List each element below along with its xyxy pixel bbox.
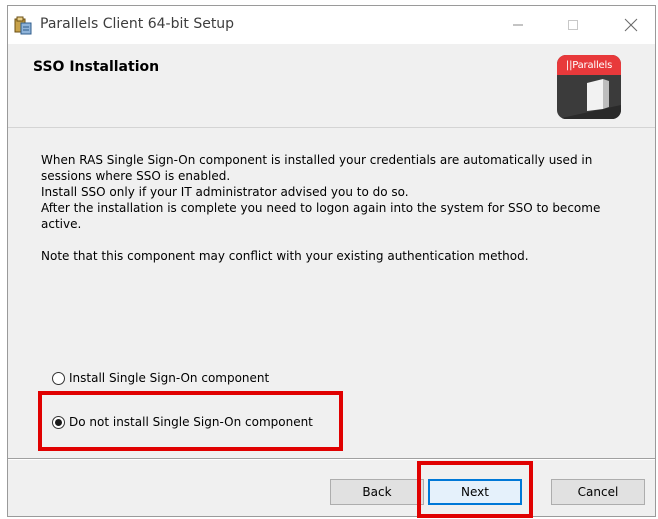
sso-description: When RAS Single Sign-On component is ins… — [41, 152, 636, 264]
install-sso-radio[interactable] — [52, 371, 65, 385]
do-not-install-sso-label[interactable]: Do not install Single Sign-On component — [69, 415, 313, 429]
content-area: When RAS Single Sign-On component is ins… — [8, 128, 655, 458]
parallels-logo-text: ||Parallels — [557, 55, 621, 75]
install-sso-label[interactable]: Install Single Sign-On component — [69, 371, 269, 385]
maximize-button[interactable] — [550, 6, 595, 44]
maximize-icon — [567, 20, 578, 30]
conflict-note: Note that this component may conflict wi… — [41, 249, 529, 263]
door-icon — [557, 79, 621, 119]
setup-window: Parallels Client 64-bit Setup SSO Instal… — [7, 5, 656, 518]
do-not-install-sso-option[interactable]: Do not install Single Sign-On component — [52, 415, 313, 429]
install-sso-option[interactable]: Install Single Sign-On component — [52, 371, 269, 385]
description-line-2: Install SSO only if your IT administrato… — [41, 185, 409, 199]
close-button[interactable] — [608, 6, 653, 44]
next-button[interactable]: Next — [428, 479, 522, 505]
minimize-icon — [512, 24, 523, 26]
close-icon — [624, 18, 637, 32]
footer-divider — [8, 458, 655, 460]
page-title: SSO Installation — [33, 59, 160, 75]
window-title: Parallels Client 64-bit Setup — [40, 16, 235, 32]
description-line-3: After the installation is complete you n… — [41, 201, 601, 231]
parallels-logo: ||Parallels — [557, 55, 621, 119]
header-banner: SSO Installation ||Parallels — [8, 44, 655, 128]
installer-app-icon — [13, 16, 33, 36]
do-not-install-sso-radio[interactable] — [52, 415, 65, 429]
back-button[interactable]: Back — [330, 479, 424, 505]
minimize-button[interactable] — [495, 6, 540, 44]
description-line-1: When RAS Single Sign-On component is ins… — [41, 153, 593, 183]
title-bar[interactable]: Parallels Client 64-bit Setup — [8, 6, 655, 44]
cancel-button[interactable]: Cancel — [551, 479, 645, 505]
